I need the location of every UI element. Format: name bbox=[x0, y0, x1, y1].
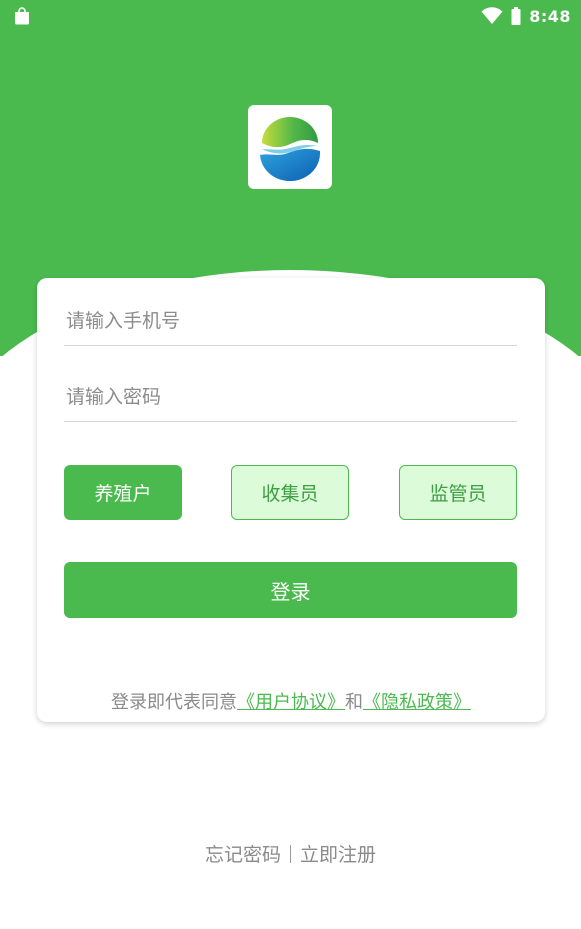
battery-icon bbox=[511, 7, 521, 25]
status-time: 8:48 bbox=[529, 6, 571, 26]
role-farmer-button[interactable]: 养殖户 bbox=[64, 465, 182, 520]
status-right: 8:48 bbox=[481, 5, 571, 27]
privacy-policy-link[interactable]: 《隐私政策》 bbox=[363, 692, 471, 713]
shopping-bag-icon bbox=[15, 7, 29, 25]
footer-divider bbox=[290, 845, 291, 863]
login-button[interactable]: 登录 bbox=[64, 562, 517, 618]
login-card: 养殖户 收集员 监管员 登录 登录即代表同意《用户协议》和《隐私政策》 bbox=[37, 278, 545, 722]
login-button-label: 登录 bbox=[270, 579, 311, 604]
wifi-icon bbox=[481, 7, 503, 24]
password-field bbox=[64, 372, 517, 422]
status-bar: 8:48 bbox=[0, 0, 581, 32]
role-collector-button[interactable]: 收集员 bbox=[231, 465, 349, 520]
role-farmer-label: 养殖户 bbox=[94, 483, 152, 505]
role-supervisor-button[interactable]: 监管员 bbox=[399, 465, 517, 520]
password-input[interactable] bbox=[64, 372, 517, 421]
app-logo-icon bbox=[260, 117, 321, 181]
footer-links: 忘记密码 立即注册 bbox=[0, 840, 581, 867]
agreement-prefix: 登录即代表同意 bbox=[111, 692, 237, 713]
role-supervisor-label: 监管员 bbox=[429, 483, 487, 505]
role-collector-label: 收集员 bbox=[261, 483, 319, 505]
agreement-text: 登录即代表同意《用户协议》和《隐私政策》 bbox=[37, 688, 545, 714]
forgot-password-link[interactable]: 忘记密码 bbox=[205, 844, 281, 866]
app-logo bbox=[248, 105, 332, 189]
user-agreement-link[interactable]: 《用户协议》 bbox=[237, 692, 345, 713]
login-screen: 8:48 请输入手机号 养殖户 收集员 监管员 登录 登录即代表同意《用户协议》… bbox=[0, 0, 581, 929]
register-link[interactable]: 立即注册 bbox=[300, 844, 376, 866]
phone-field bbox=[64, 296, 517, 346]
agreement-connector: 和 bbox=[345, 692, 363, 713]
phone-input[interactable] bbox=[64, 296, 517, 345]
